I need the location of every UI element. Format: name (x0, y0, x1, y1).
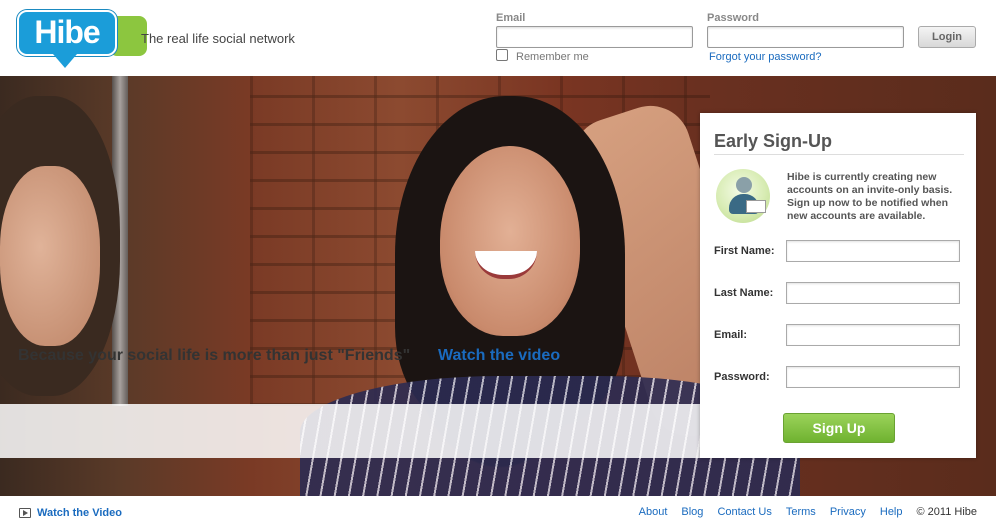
signup-password-field[interactable] (786, 366, 960, 388)
tagline-banner (0, 404, 700, 458)
watch-video-link[interactable]: Watch the video (438, 347, 560, 365)
signup-description: Hibe is currently creating new accounts … (787, 171, 953, 222)
early-signup-panel: Early Sign-Up Hibe is currently creating… (700, 113, 976, 458)
envelope-icon (746, 200, 766, 213)
signup-title: Early Sign-Up (714, 131, 833, 151)
left-person-face (0, 166, 100, 346)
sign-up-button[interactable]: Sign Up (783, 413, 895, 443)
person-head-shape (736, 177, 752, 193)
signup-password-label: Password: (714, 371, 770, 383)
user-mail-icon (716, 169, 770, 223)
logo-bubble-tail (53, 54, 77, 68)
footer-link-terms[interactable]: Terms (786, 506, 816, 518)
hibe-logo[interactable]: Hibe (17, 10, 147, 68)
logo-text: Hibe (34, 14, 100, 50)
forgot-password-link[interactable]: Forgot your password? (709, 51, 822, 63)
last-name-label: Last Name: (714, 287, 774, 299)
footer-watch-video-link[interactable]: Watch the Video (37, 507, 122, 519)
header: Hibe The real life social network Email … (0, 0, 996, 76)
remember-me-label: Remember me (516, 51, 589, 63)
footer-link-help[interactable]: Help (880, 506, 903, 518)
signup-email-field[interactable] (786, 324, 960, 346)
first-name-label: First Name: (714, 245, 775, 257)
last-name-field[interactable] (786, 282, 960, 304)
password-field[interactable] (707, 26, 904, 48)
email-field[interactable] (496, 26, 693, 48)
login-button[interactable]: Login (918, 26, 976, 48)
footer-links: About Blog Contact Us Terms Privacy Help… (625, 506, 977, 518)
footer-link-about[interactable]: About (639, 506, 668, 518)
footer-link-privacy[interactable]: Privacy (830, 506, 866, 518)
footer: Watch the Video About Blog Contact Us Te… (0, 496, 996, 532)
email-label: Email (496, 12, 526, 24)
copyright: © 2011 Hibe (916, 506, 978, 518)
banner-text: Because your social life is more than ju… (18, 347, 411, 364)
video-icon[interactable] (19, 508, 31, 518)
first-name-field[interactable] (786, 240, 960, 262)
center-person-face (440, 146, 580, 336)
password-label: Password (707, 12, 759, 24)
signup-divider (714, 154, 964, 155)
footer-link-contact[interactable]: Contact Us (717, 506, 771, 518)
remember-me-checkbox[interactable] (496, 49, 508, 61)
signup-email-label: Email: (714, 329, 748, 341)
footer-link-blog[interactable]: Blog (681, 506, 703, 518)
tagline: The real life social network (141, 31, 295, 46)
